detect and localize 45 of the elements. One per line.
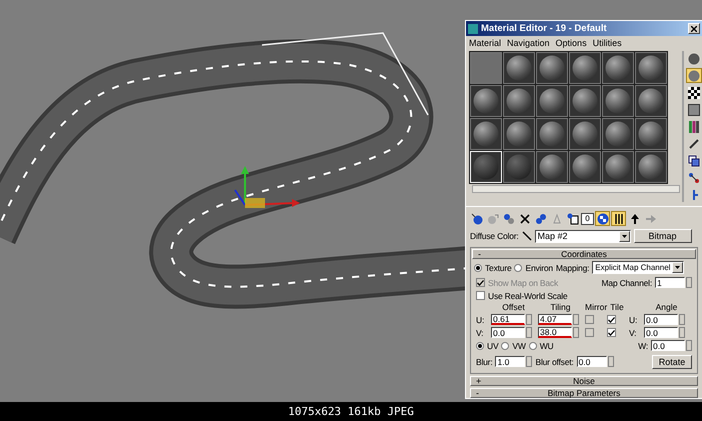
rotate-button[interactable]: Rotate [652,354,692,368]
axis-label: V: [629,328,638,338]
checkbox-label: Show Map on Back [488,278,558,288]
tiling-field[interactable]: 38.0 [538,327,572,338]
tiling-field[interactable]: 4.07 [538,314,572,325]
radio-label: UV [487,340,498,350]
menu-item[interactable]: Material [469,38,502,48]
rollout-header[interactable]: - Bitmap Parameters [470,388,698,398]
map-dropdown[interactable]: Map #2 [534,230,631,242]
checkbox-label: Use Real-World Scale [488,290,568,300]
axis-label: U: [629,314,638,324]
radio-label: Texture [485,262,512,272]
axis-label: U: [476,314,486,324]
axis-label: V: [476,328,484,338]
diffuse-color-label: Diffuse Color: [470,231,519,241]
axis-label: W: [638,340,648,350]
blur-field[interactable]: 1.0 [495,356,526,367]
angle-field[interactable]: 0.0 [644,327,678,338]
angle-field[interactable]: 0.0 [651,340,685,351]
rollout-header[interactable]: - Coordinates [472,249,696,259]
menu-item[interactable]: Navigation [507,38,550,48]
radio-label: WU [540,340,554,350]
offset-field[interactable]: 0.0 [491,327,525,338]
column-header: Offset [501,302,526,312]
map-channel-field[interactable]: 1 [655,277,685,288]
column-header: Mirror [585,302,605,312]
blur-label: Blur: [476,356,492,366]
column-header: Angle [654,302,678,312]
menu-item[interactable]: Utilities [592,38,622,48]
radio-label: Environ [525,262,553,272]
blur-offset-field[interactable]: 0.0 [576,356,607,367]
map-channel-label: Map Channel: [601,278,652,288]
window-title: Material Editor - 19 - Default [481,23,607,34]
blur-offset-label: Blur offset: [535,356,574,366]
column-header: Tile [609,302,625,312]
menu-item[interactable]: Options [556,38,587,48]
angle-field[interactable]: 0.0 [644,314,678,325]
bitmap-button[interactable]: Bitmap [634,229,692,243]
number-button[interactable]: 0 [581,212,594,224]
offset-field[interactable]: 0.61 [491,314,525,325]
rollout-header[interactable]: + Noise [470,376,698,386]
mapping-dropdown[interactable]: Explicit Map Channel [592,261,684,274]
radio-label: VW [512,340,526,350]
column-header: Tiling [550,302,572,312]
mapping-label: Mapping: [556,262,590,272]
